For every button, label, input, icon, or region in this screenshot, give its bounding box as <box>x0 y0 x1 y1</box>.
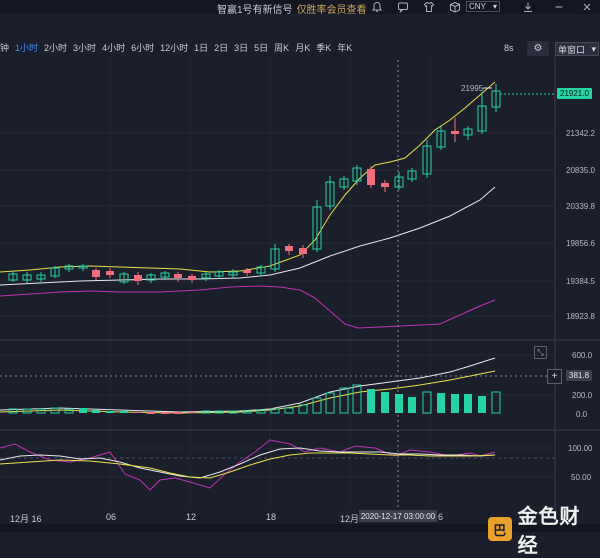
kdj-white-line <box>0 447 496 479</box>
candle <box>367 166 375 188</box>
candles <box>8 84 501 285</box>
current-price-badge: 21921.0 <box>557 88 592 99</box>
candle <box>451 118 459 142</box>
kdj-tick: 50.00 <box>571 473 592 482</box>
time-tick: 6 <box>438 512 444 522</box>
candle <box>491 84 501 112</box>
price-tick: 19384.5 <box>566 277 595 286</box>
ma-purple-line <box>0 285 496 329</box>
candle <box>352 165 362 185</box>
volume-tick: 200.0 <box>572 391 593 400</box>
candle <box>436 125 446 150</box>
candle <box>50 266 60 278</box>
candle <box>134 272 142 285</box>
watermark: 巴 金色财经 <box>488 500 600 558</box>
price-tick: 18923.8 <box>566 312 595 321</box>
candle <box>78 264 88 271</box>
price-tick: 19856.6 <box>566 239 595 248</box>
candle <box>477 92 487 134</box>
candle <box>285 244 293 255</box>
grid <box>0 57 555 508</box>
candle <box>256 265 266 276</box>
watermark-logo: 巴 <box>488 517 512 541</box>
candle <box>339 176 349 190</box>
price-tick: 20835.0 <box>566 166 595 175</box>
candle <box>8 271 18 282</box>
vol-ma-yellow-line <box>0 370 496 414</box>
crosshair-time-badge: 2020-12-17 03:00:00 <box>359 510 437 522</box>
candle <box>270 244 280 272</box>
price-tick: 21342.2 <box>566 129 595 138</box>
candle <box>106 268 114 278</box>
candle <box>381 180 389 192</box>
candle <box>394 172 404 190</box>
candle <box>299 245 307 258</box>
price-tick: 20339.8 <box>566 202 595 211</box>
time-tick: 18 <box>266 512 277 522</box>
candle <box>92 268 100 280</box>
candle <box>119 272 129 284</box>
add-alert-plus-icon[interactable]: + <box>547 369 562 384</box>
watermark-text: 金色财经 <box>517 504 581 557</box>
peak-price-label: 21995 <box>461 84 484 93</box>
time-tick: 06 <box>106 512 117 522</box>
kdj-tick: 100.00 <box>568 444 593 453</box>
volume-tick: 600.0 <box>572 351 593 360</box>
candle <box>325 176 335 210</box>
crosshair-value-badge: 381.8 <box>566 370 593 381</box>
candle <box>188 274 196 283</box>
candle <box>201 272 211 281</box>
candle <box>312 200 322 252</box>
volume-tick: 0.0 <box>576 410 588 419</box>
expand-icon[interactable]: ⤡ <box>534 346 547 359</box>
chart-canvas[interactable]: 21995 21342.2 20835.0 20339.8 19856.6 19… <box>0 0 600 532</box>
time-tick: 12 <box>186 512 197 522</box>
candle <box>64 264 74 272</box>
candle <box>228 269 238 278</box>
